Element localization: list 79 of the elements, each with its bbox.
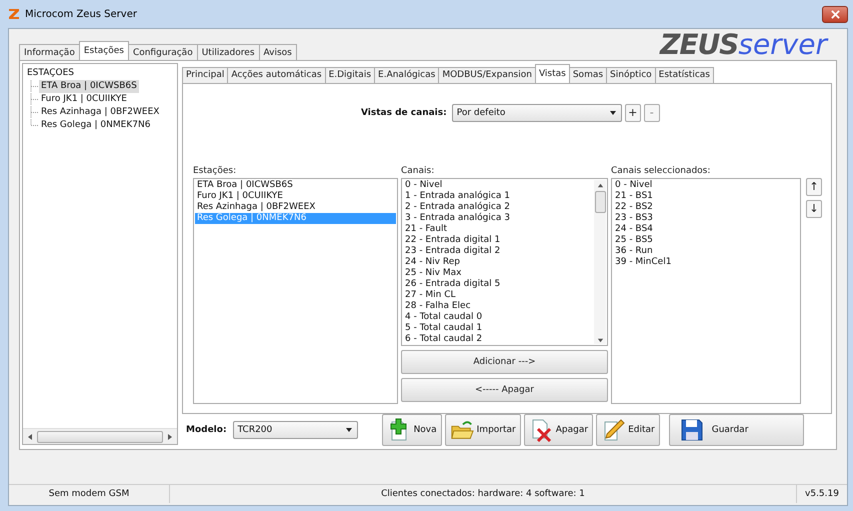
list-item[interactable]: 22 - Entrada digital 1 xyxy=(403,234,594,246)
dropdown-caret-icon xyxy=(608,108,617,116)
list-item[interactable]: 21 - Fault xyxy=(403,224,594,234)
scroll-thumb[interactable] xyxy=(37,430,163,442)
list-item[interactable]: 27 - Min CL xyxy=(403,290,594,300)
list-item[interactable]: 24 - Niv Rep xyxy=(403,256,594,268)
model-dropdown[interactable]: TCR200 xyxy=(232,421,358,439)
list-item[interactable]: 2 - Entrada analógica 2 xyxy=(403,202,594,212)
list-item[interactable]: 25 - BS5 xyxy=(613,234,799,246)
tab[interactable]: Principal xyxy=(182,66,228,82)
tab[interactable]: E.Digitais xyxy=(324,66,376,82)
list-item[interactable]: 26 - Entrada digital 5 xyxy=(403,278,594,290)
tab[interactable]: Avisos xyxy=(258,44,297,60)
list-item[interactable]: 36 - Run xyxy=(613,246,799,256)
list-item[interactable]: 23 - BS3 xyxy=(613,212,799,224)
add-view-button[interactable]: + xyxy=(624,104,641,122)
move-up-button[interactable]: ↑ xyxy=(806,178,822,196)
status-text: Clientes conectados: hardware: 4 software: 1 xyxy=(170,485,797,503)
list-item[interactable]: Furo JK1 | 0CUIIKYE xyxy=(195,190,396,202)
list-item[interactable]: 3 - Entrada analógica 3 xyxy=(403,212,594,224)
list-item[interactable]: Res Azinhaga | 0BF2WEEX xyxy=(195,202,396,212)
list-label: Canais seleccionados: xyxy=(611,164,712,178)
list-item[interactable]: 28 - Falha Elec xyxy=(403,300,594,312)
scroll-up-icon xyxy=(596,182,604,188)
list-item[interactable]: 4 - Total caudal 0 xyxy=(403,312,594,322)
tree-item[interactable]: Furo JK1 | 0CUIIKYE xyxy=(39,93,129,106)
list-item[interactable]: 0 - Nivel xyxy=(613,180,799,190)
tree-item[interactable]: Res Golega | 0NMEK7N6 xyxy=(39,119,152,132)
views-dropdown[interactable]: Por defeito xyxy=(452,104,622,122)
close-button[interactable] xyxy=(822,6,848,22)
vertical-scrollbar[interactable] xyxy=(594,180,606,344)
tab[interactable]: Informação xyxy=(19,44,80,60)
list-item[interactable]: 25 - Niv Max xyxy=(403,268,594,278)
tab[interactable]: E.Analógicas xyxy=(374,66,440,82)
save-button[interactable]: Guardar xyxy=(668,414,804,446)
list-item[interactable]: 6 - Total caudal 2 xyxy=(403,334,594,344)
delete-button[interactable]: Apagar xyxy=(524,414,594,446)
list-item[interactable]: 24 - BS4 xyxy=(613,224,799,234)
tree-root[interactable]: ESTAÇOES xyxy=(27,67,74,80)
list-item[interactable]: 23 - Entrada digital 2 xyxy=(403,246,594,256)
list-label: Canais: xyxy=(401,164,436,178)
status-text: Sem modem GSM xyxy=(9,485,170,503)
list-item[interactable]: 21 - BS1 xyxy=(613,190,799,202)
add-channel-button[interactable]: Adicionar ---> xyxy=(401,350,608,374)
scroll-thumb[interactable] xyxy=(594,190,606,212)
list-item[interactable]: 39 - MinCel1 xyxy=(613,256,799,268)
import-button[interactable]: Importar xyxy=(444,414,521,446)
scroll-down-icon xyxy=(596,336,604,344)
close-icon xyxy=(830,10,840,18)
zeus-server-logo: ZEUSserver xyxy=(660,32,827,58)
horizontal-scrollbar[interactable] xyxy=(23,428,177,444)
tab[interactable]: Configuração xyxy=(128,44,198,60)
tree-item[interactable]: Res Azinhaga | 0BF2WEEX xyxy=(39,106,162,119)
new-button[interactable]: Nova xyxy=(382,414,442,446)
remove-channel-button[interactable]: <----- Apagar xyxy=(401,378,608,402)
window-title: Microcom Zeus Server xyxy=(25,8,137,20)
tab[interactable]: Sinóptico xyxy=(606,66,656,82)
field-label: Modelo: xyxy=(186,425,227,435)
version-text: v5.5.19 xyxy=(804,488,840,501)
list-label: Estações: xyxy=(193,164,238,178)
list-item[interactable]: 1 - Entrada analógica 1 xyxy=(403,190,594,202)
field-label: Vistas de canais: xyxy=(361,108,447,118)
tree-item[interactable]: ETA Broa | 0ICWSB6S xyxy=(39,80,139,93)
tab[interactable]: Estações xyxy=(78,41,129,60)
scroll-left-icon xyxy=(26,432,34,440)
app-logo-icon xyxy=(8,8,20,20)
tab[interactable]: Somas xyxy=(568,66,608,82)
scroll-right-icon xyxy=(166,432,174,440)
dropdown-caret-icon xyxy=(344,426,353,434)
tab[interactable]: Estatísticas xyxy=(654,66,714,82)
list-item[interactable]: ETA Broa | 0ICWSB6S xyxy=(195,180,396,190)
move-down-button[interactable]: ↓ xyxy=(806,200,822,218)
list-item[interactable]: 22 - BS2 xyxy=(613,202,799,212)
tab[interactable]: MODBUS/Expansion xyxy=(438,66,536,82)
edit-button[interactable]: Editar xyxy=(596,414,660,446)
tab[interactable]: Acções automáticas xyxy=(227,66,326,82)
list-item[interactable]: 5 - Total caudal 1 xyxy=(403,322,594,334)
folder-icon xyxy=(450,418,474,442)
list-item[interactable]: 0 - Nivel xyxy=(403,180,594,190)
